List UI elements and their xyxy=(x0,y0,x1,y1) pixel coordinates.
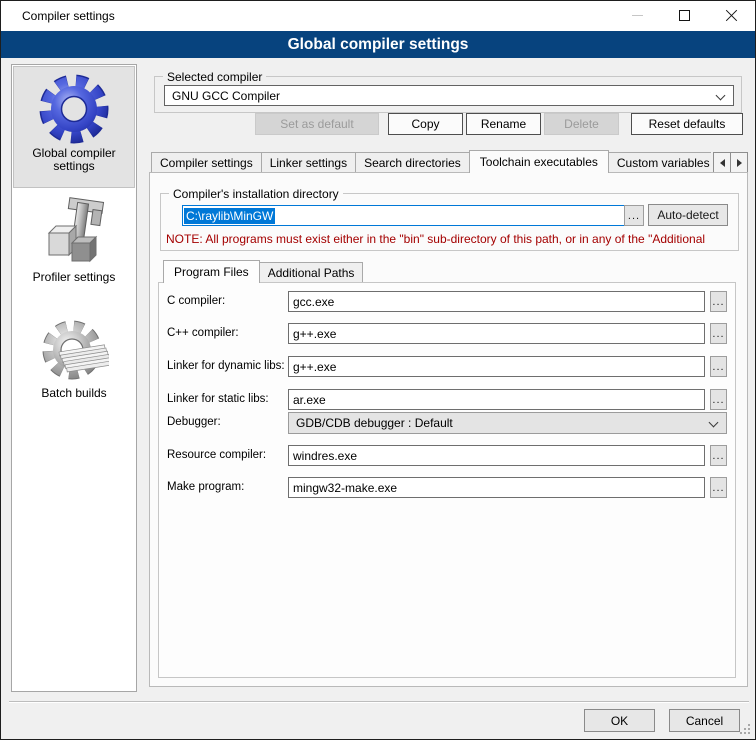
tab-compiler-settings[interactable]: Compiler settings xyxy=(151,152,262,173)
tab-scroll-arrows xyxy=(713,152,748,173)
delete-button[interactable]: Delete xyxy=(544,113,619,135)
sidebar-item-profiler-settings[interactable]: Profiler settings xyxy=(13,193,135,295)
close-button[interactable] xyxy=(708,1,755,30)
auto-detect-button[interactable]: Auto-detect xyxy=(648,204,728,226)
field-row-debugger: Debugger: GDB/CDB debugger : Default xyxy=(159,412,735,434)
minimize-icon xyxy=(632,15,643,16)
field-label: Make program: xyxy=(167,481,244,493)
installation-directory-label: Compiler's installation directory xyxy=(169,187,343,201)
tab-toolchain-executables[interactable]: Toolchain executables xyxy=(469,150,609,173)
compiler-settings-window: Compiler settings Global compiler settin… xyxy=(0,0,756,740)
compiler-buttons-row: Set as default CopyRenameDelete Reset defa… xyxy=(255,113,743,135)
sidebar-item-label: Global compiler settings xyxy=(14,147,134,173)
titlebar: Compiler settings xyxy=(1,1,755,31)
dialog-header-title: Global compiler settings xyxy=(1,31,755,58)
maximize-icon xyxy=(679,10,690,21)
c-compiler-browse-button[interactable]: ... xyxy=(710,323,727,344)
linker-for-dynamic-libs-browse-button[interactable]: ... xyxy=(710,356,727,377)
selected-text: C:\raylib\MinGW xyxy=(184,208,275,224)
sidebar-item-label: Batch builds xyxy=(13,387,135,400)
copy-button[interactable]: Copy xyxy=(388,113,463,135)
subtab-additional-paths[interactable]: Additional Paths xyxy=(259,262,364,283)
window-controls xyxy=(614,1,755,31)
program-files-subtabs: Program FilesAdditional Paths xyxy=(163,260,362,283)
tab-scroll-left-button[interactable] xyxy=(713,152,731,173)
cancel-button[interactable]: Cancel xyxy=(669,709,740,732)
field-row-c-compiler: C++ compiler: g++.exe... xyxy=(159,323,735,345)
resource-compiler-browse-button[interactable]: ... xyxy=(710,445,727,466)
settings-sidebar: Global compiler settings Profiler settin… xyxy=(11,64,137,692)
compiler-gear-icon xyxy=(14,71,134,147)
field-row-linker-for-static-libs: Linker for static libs: ar.exe... xyxy=(159,389,735,411)
field-label: Linker for static libs: xyxy=(167,393,269,405)
selected-compiler-label: Selected compiler xyxy=(163,70,266,84)
minimize-button[interactable] xyxy=(614,1,661,30)
resize-grip[interactable] xyxy=(740,724,751,735)
tab-linker-settings[interactable]: Linker settings xyxy=(261,152,356,173)
sidebar-item-label: Profiler settings xyxy=(13,271,135,284)
footer-divider xyxy=(9,701,749,702)
debugger-select[interactable]: GDB/CDB debugger : Default xyxy=(288,412,727,434)
browse-directory-button[interactable]: ... xyxy=(624,205,644,226)
chevron-down-icon xyxy=(716,91,726,101)
tab-scroll-right-button[interactable] xyxy=(730,152,748,173)
field-row-c-compiler: C compiler: gcc.exe... xyxy=(159,291,735,313)
compiler-select[interactable]: GNU GCC Compiler xyxy=(164,85,734,106)
chevron-down-icon xyxy=(709,418,719,428)
rename-button[interactable]: Rename xyxy=(466,113,541,135)
close-icon xyxy=(725,9,738,22)
select-value: GDB/CDB debugger : Default xyxy=(296,416,453,430)
linker-for-dynamic-libs-input[interactable]: g++.exe xyxy=(288,356,705,377)
linker-for-static-libs-browse-button[interactable]: ... xyxy=(710,389,727,410)
selected-compiler-groupbox: Selected compiler GNU GCC Compiler xyxy=(154,76,742,113)
settings-tabs: Compiler settingsLinker settingsSearch d… xyxy=(151,150,711,173)
triangle-right-icon xyxy=(737,159,742,167)
linker-for-static-libs-input[interactable]: ar.exe xyxy=(288,389,705,410)
field-row-make-program: Make program: mingw32-make.exe... xyxy=(159,477,735,499)
installation-directory-input[interactable]: C:\raylib\MinGW xyxy=(182,205,630,226)
triangle-left-icon xyxy=(720,159,725,167)
sidebar-item-batch-builds[interactable]: Batch builds xyxy=(13,317,135,415)
field-label: Debugger: xyxy=(167,416,221,428)
set-as-default-button[interactable]: Set as default xyxy=(255,113,379,135)
field-label: Linker for dynamic libs: xyxy=(167,360,285,372)
tab-search-directories[interactable]: Search directories xyxy=(355,152,470,173)
resource-compiler-input[interactable]: windres.exe xyxy=(288,445,705,466)
c-compiler-input[interactable]: g++.exe xyxy=(288,323,705,344)
field-row-linker-for-dynamic-libs: Linker for dynamic libs:g++.exe... xyxy=(159,356,735,378)
make-program-input[interactable]: mingw32-make.exe xyxy=(288,477,705,498)
reset-defaults-button[interactable]: Reset defaults xyxy=(631,113,743,135)
profiler-icon xyxy=(13,197,135,271)
maximize-button[interactable] xyxy=(661,1,708,30)
field-label: Resource compiler: xyxy=(167,449,266,461)
ok-button[interactable]: OK xyxy=(584,709,655,732)
sidebar-item-global-compiler-settings[interactable]: Global compiler settings xyxy=(13,66,135,188)
installation-directory-groupbox: Compiler's installation directory C:\ray… xyxy=(160,193,739,251)
window-title: Compiler settings xyxy=(22,9,115,23)
make-program-browse-button[interactable]: ... xyxy=(710,477,727,498)
compiler-select-value: GNU GCC Compiler xyxy=(172,89,280,103)
c-compiler-browse-button[interactable]: ... xyxy=(710,291,727,312)
toolchain-executables-panel: Compiler's installation directory C:\ray… xyxy=(149,172,748,687)
batch-builds-icon xyxy=(13,319,135,387)
field-label: C compiler: xyxy=(167,295,225,307)
program-files-page: C compiler: gcc.exe... C++ compiler: g++.ex… xyxy=(158,282,736,678)
subtab-program-files[interactable]: Program Files xyxy=(163,260,260,283)
tab-custom-variables[interactable]: Custom variables xyxy=(608,152,711,173)
c-compiler-input[interactable]: gcc.exe xyxy=(288,291,705,312)
field-label: C++ compiler: xyxy=(167,327,239,339)
installation-note: NOTE: All programs must exist either in … xyxy=(166,232,736,246)
field-row-resource-compiler: Resource compiler: windres.exe... xyxy=(159,445,735,467)
